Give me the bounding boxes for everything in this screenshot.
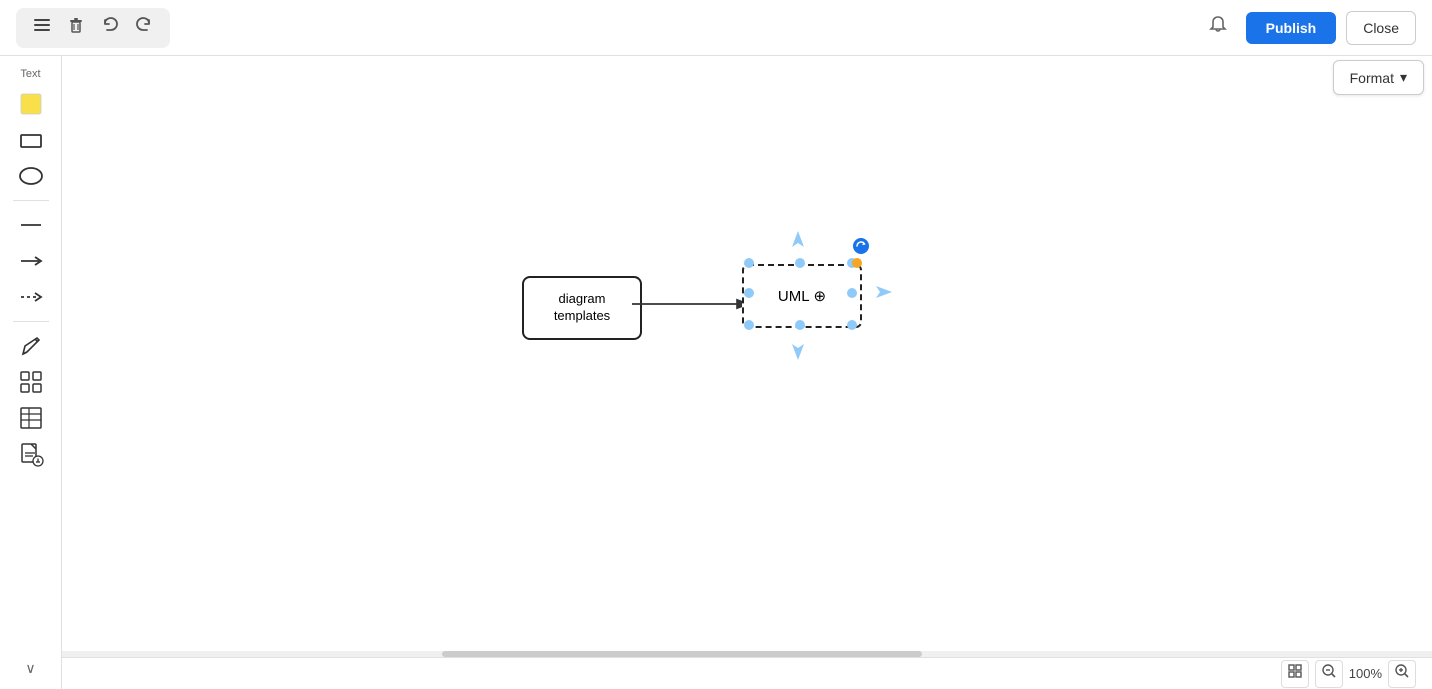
format-button[interactable]: Format ▾: [1333, 60, 1424, 95]
publish-button[interactable]: Publish: [1246, 12, 1337, 44]
sidebar-item-shapes[interactable]: [9, 366, 53, 398]
scrollbar-thumb[interactable]: [442, 651, 922, 657]
toolbar: Publish Close: [0, 0, 1432, 56]
menu-icon: [32, 15, 52, 40]
sidebar-item-sticky[interactable]: [9, 88, 53, 120]
sidebar-item-rectangle[interactable]: [9, 124, 53, 156]
sidebar-item-arrow[interactable]: [9, 245, 53, 277]
canvas[interactable]: diagramtemplates UML ⊕: [62, 56, 1432, 657]
sidebar: Text: [0, 56, 62, 689]
dir-arrow-right[interactable]: [864, 282, 892, 302]
dir-arrow-top[interactable]: [788, 231, 808, 259]
shape-templates-label: diagramtemplates: [554, 291, 610, 325]
zoom-controls: 100%: [1281, 660, 1416, 688]
zoom-out-button[interactable]: [1315, 660, 1343, 688]
fit-icon: [1287, 663, 1303, 684]
toolbar-actions: [16, 8, 170, 48]
shape-uml[interactable]: UML ⊕: [742, 264, 862, 328]
rotate-handle[interactable]: [853, 238, 869, 254]
delete-button[interactable]: [62, 14, 90, 42]
zoom-out-icon: [1321, 663, 1337, 684]
sidebar-collapse[interactable]: ∨: [25, 660, 35, 677]
sidebar-item-dashed-arrow[interactable]: [9, 281, 53, 313]
toolbar-right: Publish Close: [1200, 10, 1416, 46]
handle-mid-left[interactable]: [744, 288, 754, 298]
undo-button[interactable]: [96, 14, 124, 42]
bell-icon: [1207, 14, 1229, 42]
handle-top-center[interactable]: [795, 258, 805, 268]
dir-arrow-bottom[interactable]: [788, 332, 808, 360]
sidebar-divider-1: [13, 200, 49, 201]
handle-bottom-left[interactable]: [744, 320, 754, 330]
move-cursor-icon: ⊕: [814, 287, 827, 305]
shape-uml-label: UML: [778, 288, 810, 305]
zoom-in-icon: [1394, 663, 1410, 684]
fit-button[interactable]: [1281, 660, 1309, 688]
zoom-in-button[interactable]: [1388, 660, 1416, 688]
redo-button[interactable]: [130, 14, 158, 42]
handle-bottom-center[interactable]: [795, 320, 805, 330]
chevron-down-icon: ▾: [1400, 69, 1407, 86]
sidebar-item-ellipse[interactable]: [9, 160, 53, 192]
trash-icon: [67, 16, 85, 39]
zoom-level-label: 100%: [1349, 666, 1382, 681]
close-button[interactable]: Close: [1346, 11, 1416, 45]
sidebar-item-line[interactable]: [9, 209, 53, 241]
menu-button[interactable]: [28, 14, 56, 42]
sidebar-divider-2: [13, 321, 49, 322]
handle-bottom-right[interactable]: [847, 320, 857, 330]
scrollbar-horizontal: [62, 651, 1432, 657]
shape-templates[interactable]: diagramtemplates: [522, 276, 642, 340]
format-bar: Format ▾: [1333, 60, 1424, 95]
handle-top-left[interactable]: [744, 258, 754, 268]
handle-mid-right[interactable]: [847, 288, 857, 298]
diagram-area: diagramtemplates UML ⊕: [522, 236, 942, 396]
format-label: Format: [1350, 70, 1394, 86]
text-tool-label: Text: [20, 68, 40, 80]
sidebar-item-pen[interactable]: [9, 330, 53, 362]
undo-icon: [101, 16, 119, 39]
sidebar-item-import[interactable]: [9, 438, 53, 470]
redo-icon: [135, 16, 153, 39]
sidebar-item-table[interactable]: [9, 402, 53, 434]
anchor-handle[interactable]: [852, 258, 862, 268]
statusbar: 100%: [62, 657, 1432, 689]
notification-button[interactable]: [1200, 10, 1236, 46]
